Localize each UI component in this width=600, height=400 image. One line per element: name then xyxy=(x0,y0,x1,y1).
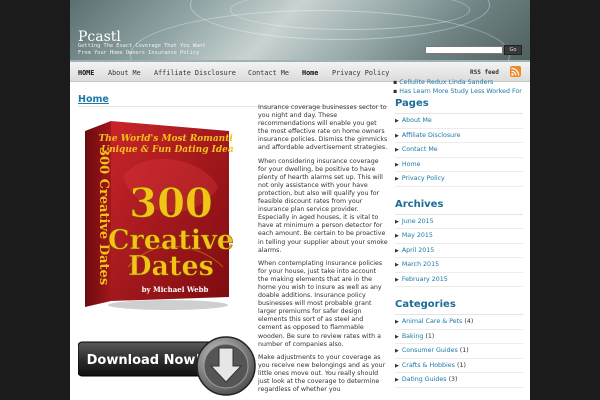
category-count: (1) xyxy=(459,347,469,354)
arrow-icon: ▶ xyxy=(395,362,399,369)
book-title-word: Dates xyxy=(128,251,214,282)
archive-link-label: February 2015 xyxy=(401,275,448,283)
page-wrapper: Pcastl Getting The Exact Coverage That Y… xyxy=(70,0,530,400)
ticker-item[interactable]: ▪ Has Learn More Study Less Worked For xyxy=(393,87,522,96)
article-paragraph: Insurance coverage businesses sector to … xyxy=(258,104,388,152)
sidebar-item-label: Privacy Policy xyxy=(401,175,445,182)
arrow-icon: ▶ xyxy=(395,262,399,268)
arrow-icon: ▶ xyxy=(395,147,399,153)
widget-title: Categories xyxy=(395,299,456,310)
archive-link-label: June 2015 xyxy=(401,217,434,225)
archive-link-label: March 2015 xyxy=(401,261,440,268)
arrow-icon: ▶ xyxy=(395,132,399,139)
sidebar-item-home[interactable]: ▶ Home xyxy=(395,158,523,172)
article-body: Insurance coverage businesses sector to … xyxy=(258,104,388,399)
nav-item-about-me[interactable]: About Me xyxy=(108,69,141,77)
pages-widget: Pages ▶ About Me ▶ Affiliate Disclosure ▶ C… xyxy=(395,98,523,187)
arrow-icon: ▶ xyxy=(395,319,399,325)
archive-link-april-2015[interactable]: ▶ April 2015 xyxy=(395,244,523,258)
arrow-icon: ▶ xyxy=(395,218,399,225)
category-link[interactable]: ▶ Baking (1) xyxy=(395,330,523,344)
site-description: Getting The Exact Coverage That You Want… xyxy=(78,43,206,56)
page-title[interactable]: Home xyxy=(78,94,109,105)
category-count: (3) xyxy=(448,376,458,383)
category-label: Dating Guides xyxy=(401,376,447,383)
recent-posts-ticker: ▪ Cellulite Redux Linda Sanders ▪ Has Lear… xyxy=(393,78,522,96)
arrow-icon: ▶ xyxy=(395,348,399,354)
category-count: (1) xyxy=(425,332,435,340)
categories-widget: Categories ▶ Animal Care & Pets (4) ▶ Baki… xyxy=(395,299,523,388)
ticker-item-label: Has Learn More Study Less Worked For xyxy=(399,88,522,95)
category-label: Animal Care & Pets xyxy=(401,318,463,325)
category-link[interactable]: ▶ Consumer Guides (1) xyxy=(395,344,523,359)
article-paragraph: Make adjustments to your coverage as you… xyxy=(258,353,386,394)
nav-item-contact-me[interactable]: Contact Me xyxy=(248,69,289,77)
arrow-icon: ▶ xyxy=(395,161,399,168)
arrow-icon: ▶ xyxy=(395,247,399,254)
sidebar-item-privacy-policy[interactable]: ▶ Privacy Policy xyxy=(395,172,523,187)
archives-widget: Archives ▶ June 2015 ▶ May 2015 ▶ April 201… xyxy=(395,198,523,287)
arrow-icon: ▶ xyxy=(395,176,399,182)
book-shadow xyxy=(108,300,228,310)
category-label: Baking xyxy=(401,332,424,340)
sidebar-item-about-me[interactable]: ▶ About Me xyxy=(395,114,523,129)
arrow-icon: ▶ xyxy=(395,276,399,283)
archive-link-label: April 2015 xyxy=(401,246,435,254)
category-count: (4) xyxy=(464,318,474,325)
sidebar-item-contact-me[interactable]: ▶ Contact Me xyxy=(395,143,523,158)
nav-item-home[interactable]: Home xyxy=(302,69,318,77)
archive-link-february-2015[interactable]: ▶ February 2015 xyxy=(395,273,523,287)
download-now-button[interactable]: Download Now! xyxy=(78,336,260,400)
ticker-item-label: Cellulite Redux Linda Sanders xyxy=(399,79,494,86)
rss-icon[interactable] xyxy=(510,66,521,77)
archive-link-june-2015[interactable]: ▶ June 2015 xyxy=(395,215,523,229)
category-label: Consumer Guides xyxy=(401,347,458,354)
arrow-icon: ▶ xyxy=(395,233,399,239)
category-link[interactable]: ▶ Crafts & Hobbies (1) xyxy=(395,359,523,373)
archive-link-may-2015[interactable]: ▶ May 2015 xyxy=(395,229,523,244)
article-paragraph: When considering insurance coverage for … xyxy=(258,157,388,254)
archive-link-label: May 2015 xyxy=(401,232,433,239)
widget-title: Archives xyxy=(395,198,444,210)
category-label: Crafts & Hobbies xyxy=(401,361,455,369)
sidebar-item-label: Affiliate Disclosure xyxy=(401,131,461,139)
article-paragraph: When contemplating insurance policies fo… xyxy=(258,259,383,348)
nav-item-privacy-policy[interactable]: Privacy Policy xyxy=(332,69,389,77)
sidebar-item-label: Home xyxy=(401,160,421,168)
arrow-icon: ▶ xyxy=(395,377,399,383)
ticker-item[interactable]: ▪ Cellulite Redux Linda Sanders xyxy=(393,78,522,87)
book-title-number: 300 xyxy=(129,180,213,227)
sidebar: Pages ▶ About Me ▶ Affiliate Disclosure ▶ C… xyxy=(395,98,523,400)
sidebar-item-affiliate-disclosure[interactable]: ▶ Affiliate Disclosure xyxy=(395,129,523,143)
ebook-cover-image[interactable]: The World's Most Romantic, Unique & Fun … xyxy=(83,117,233,312)
book-author: by Michael Webb xyxy=(142,285,209,294)
category-link[interactable]: ▶ Dating Guides (3) xyxy=(395,373,523,388)
nav-item-affiliate-disclosure[interactable]: Affiliate Disclosure xyxy=(154,69,236,77)
arrow-icon: ▶ xyxy=(395,118,399,124)
bullet-icon: ▪ xyxy=(393,79,398,86)
category-count: (1) xyxy=(456,361,466,369)
download-button-label: Download Now! xyxy=(87,353,202,368)
search-input[interactable] xyxy=(425,46,503,54)
arrow-icon: ▶ xyxy=(395,333,399,340)
site-header: Pcastl Getting The Exact Coverage That Y… xyxy=(70,0,530,60)
book-tagline: The World's Most Romantic, xyxy=(99,134,233,144)
category-link[interactable]: ▶ Animal Care & Pets (4) xyxy=(395,315,523,330)
widget-title: Pages xyxy=(395,98,429,109)
sidebar-item-label: Contact Me xyxy=(401,146,438,153)
search-button[interactable]: Go xyxy=(504,45,522,55)
archive-link-march-2015[interactable]: ▶ March 2015 xyxy=(395,258,523,273)
rss-feed-link[interactable]: RSS feed xyxy=(470,69,499,76)
sidebar-item-label: About Me xyxy=(401,117,432,124)
nav-item-home-caps[interactable]: HOME xyxy=(78,69,94,77)
bullet-icon: ▪ xyxy=(393,88,398,95)
book-spine-title: 300 Creative Dates xyxy=(96,147,111,285)
book-tagline: Unique & Fun Dating Ideas xyxy=(101,145,233,155)
